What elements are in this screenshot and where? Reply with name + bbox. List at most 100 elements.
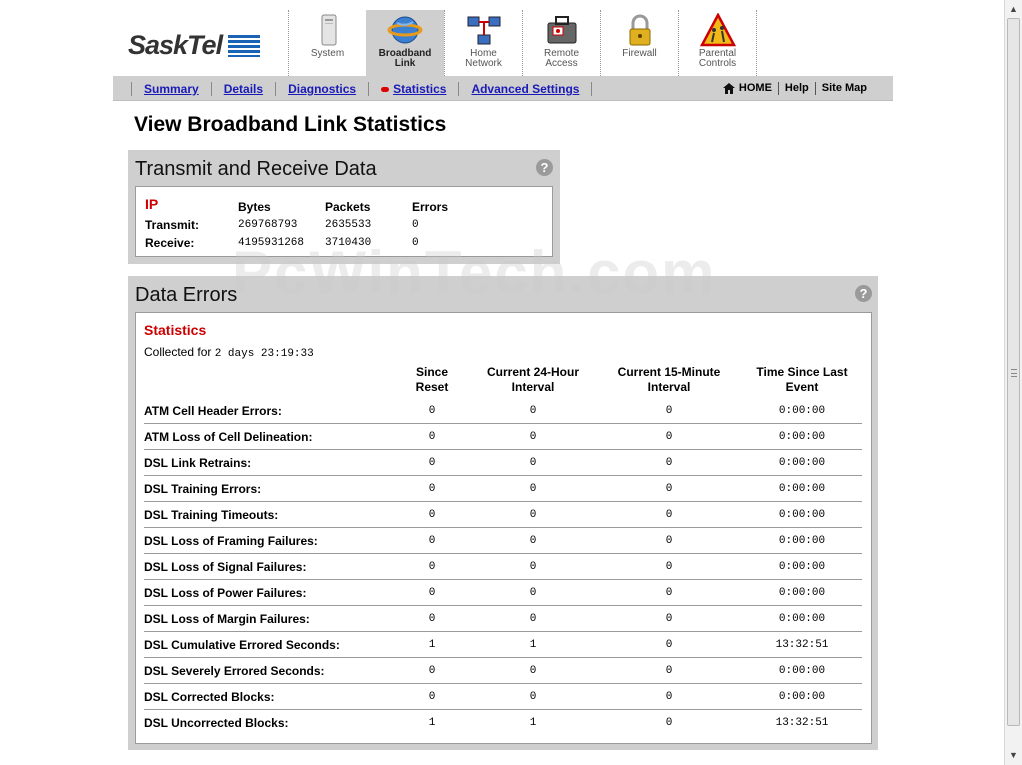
home-link[interactable]: HOME xyxy=(717,82,778,95)
column-header-line: Current 24-Hour xyxy=(486,365,579,379)
panel-title: Transmit and Receive Data xyxy=(135,158,377,180)
table-row: DSL Link Retrains: 0 0 0 0:00:00 xyxy=(144,450,862,476)
active-bullet-icon xyxy=(381,86,390,92)
row-value: 0:00:00 xyxy=(778,509,826,521)
row-value: 0 xyxy=(428,405,436,417)
receive-errors: 0 xyxy=(412,237,419,249)
subnav-diagnostics-link[interactable]: Diagnostics xyxy=(275,82,368,96)
table-row: ATM Cell Header Errors: 0 0 0 0:00:00 xyxy=(144,398,862,424)
row-label: DSL Loss of Margin Failures: xyxy=(144,612,310,626)
row-value: 0:00:00 xyxy=(778,665,826,677)
nav-home-network[interactable]: Home Network xyxy=(444,10,522,76)
row-label: DSL Link Retrains: xyxy=(144,456,252,470)
nav-divider xyxy=(756,10,757,76)
scroll-up-arrow-icon[interactable]: ▲ xyxy=(1005,1,1022,18)
row-value: 0 xyxy=(665,561,673,573)
row-label: DSL Loss of Framing Failures: xyxy=(144,534,318,548)
row-value: 0:00:00 xyxy=(778,561,826,573)
row-value: 0:00:00 xyxy=(778,405,826,417)
transmit-errors: 0 xyxy=(412,219,419,231)
row-value: 0 xyxy=(428,587,436,599)
subnav-advanced-settings-link[interactable]: Advanced Settings xyxy=(458,82,593,96)
data-errors-table: Statistics Collected for 2 days 23:19:33… xyxy=(135,312,872,744)
nav-broadband-label-2: Link xyxy=(394,58,416,69)
home-icon xyxy=(722,83,735,94)
nav-remote-access[interactable]: Remote Access xyxy=(522,10,600,76)
row-value: 0 xyxy=(665,691,673,703)
row-value: 0 xyxy=(665,431,673,443)
site-map-link[interactable]: Site Map xyxy=(814,82,873,95)
section-label: Statistics xyxy=(144,322,207,338)
transmit-packets: 2635533 xyxy=(325,219,372,231)
row-label: ATM Cell Header Errors: xyxy=(144,404,282,418)
row-value: 0 xyxy=(665,483,673,495)
row-label: DSL Cumulative Errored Seconds: xyxy=(144,638,340,652)
logo-text: SaskTel xyxy=(128,30,223,60)
grip-icon xyxy=(1011,369,1017,377)
subnav-summary-link[interactable]: Summary xyxy=(131,82,211,96)
warning-sign-icon xyxy=(699,13,736,47)
subnav-details-link[interactable]: Details xyxy=(210,82,275,96)
table-row: DSL Loss of Signal Failures: 0 0 0 0:00:00 xyxy=(144,554,862,580)
logo-stripes-icon xyxy=(228,34,261,57)
column-header: Bytes xyxy=(238,200,271,214)
nav-broadband-link[interactable]: Broadband Link xyxy=(366,10,444,76)
row-value: 0 xyxy=(529,587,537,599)
column-header: Packets xyxy=(325,200,371,214)
nav-system[interactable]: System xyxy=(288,10,366,76)
column-header-line: Reset xyxy=(415,380,449,394)
column-header-line: Current 15-Minute xyxy=(617,365,721,379)
row-value: 0 xyxy=(665,535,673,547)
row-label: DSL Severely Errored Seconds: xyxy=(144,664,325,678)
nav-remote-label-2: Access xyxy=(545,58,578,69)
main-nav: System Broadband Link Home Network Remot… xyxy=(288,10,757,76)
section-label: IP xyxy=(145,196,159,212)
column-header-line: Interval xyxy=(511,380,555,394)
row-value: 0 xyxy=(428,665,436,677)
help-link[interactable]: Help xyxy=(777,82,815,95)
row-value: 0 xyxy=(428,535,436,547)
help-icon[interactable]: ? xyxy=(855,285,872,302)
column-header: Errors xyxy=(412,200,449,214)
row-value: 0 xyxy=(529,405,537,417)
table-row: ATM Loss of Cell Delineation: 0 0 0 0:00:00 xyxy=(144,424,862,450)
table-row: DSL Cumulative Errored Seconds: 1 1 0 13:32:… xyxy=(144,632,862,658)
sub-nav-links: Summary Details Diagnostics Statistics A… xyxy=(131,82,593,96)
sasktel-logo[interactable]: SaskTel xyxy=(128,30,261,61)
row-value: 0 xyxy=(665,457,673,469)
row-value: 0 xyxy=(428,691,436,703)
collected-value: 2 days 23:19:33 xyxy=(214,348,314,360)
table-row: DSL Loss of Framing Failures: 0 0 0 0:00:00 xyxy=(144,528,862,554)
row-label: DSL Corrected Blocks: xyxy=(144,690,275,704)
row-value: 0 xyxy=(529,561,537,573)
transmit-receive-panel: Transmit and Receive Data ? IP Bytes Pac… xyxy=(128,150,560,264)
nav-parental-controls[interactable]: Parental Controls xyxy=(678,10,756,76)
collected-duration: Collected for 2 days 23:19:33 xyxy=(144,345,314,360)
table-row: DSL Loss of Power Failures: 0 0 0 0:00:00 xyxy=(144,580,862,606)
help-icon[interactable]: ? xyxy=(536,159,553,176)
subnav-statistics-link[interactable]: Statistics xyxy=(368,82,458,96)
collected-label: Collected for xyxy=(144,345,212,359)
lock-icon xyxy=(629,14,650,46)
row-value: 0:00:00 xyxy=(778,457,826,469)
row-value: 0:00:00 xyxy=(778,431,826,443)
row-value: 0 xyxy=(428,613,436,625)
row-value: 0:00:00 xyxy=(778,587,826,599)
subnav-statistics-label: Statistics xyxy=(393,82,447,96)
scrollbar-thumb[interactable] xyxy=(1007,18,1020,726)
network-icon xyxy=(467,16,500,45)
nav-home-label-2: Network xyxy=(465,58,502,69)
column-header-since-reset: Since Reset xyxy=(392,365,472,395)
column-header-line: Time Since Last xyxy=(756,365,848,379)
scroll-down-arrow-icon[interactable]: ▼ xyxy=(1005,747,1022,764)
row-value: 0 xyxy=(665,639,673,651)
row-value: 1 xyxy=(529,717,537,729)
panel-title: Data Errors xyxy=(135,284,238,306)
row-value: 0 xyxy=(665,587,673,599)
sub-nav: Summary Details Diagnostics Statistics A… xyxy=(113,76,893,101)
utility-links: HOME Help Site Map xyxy=(717,82,873,95)
vertical-scrollbar[interactable]: ▲ ▼ xyxy=(1004,0,1022,765)
row-value: 0 xyxy=(428,561,436,573)
nav-firewall[interactable]: Firewall xyxy=(600,10,678,76)
row-label: Transmit: xyxy=(145,218,200,232)
